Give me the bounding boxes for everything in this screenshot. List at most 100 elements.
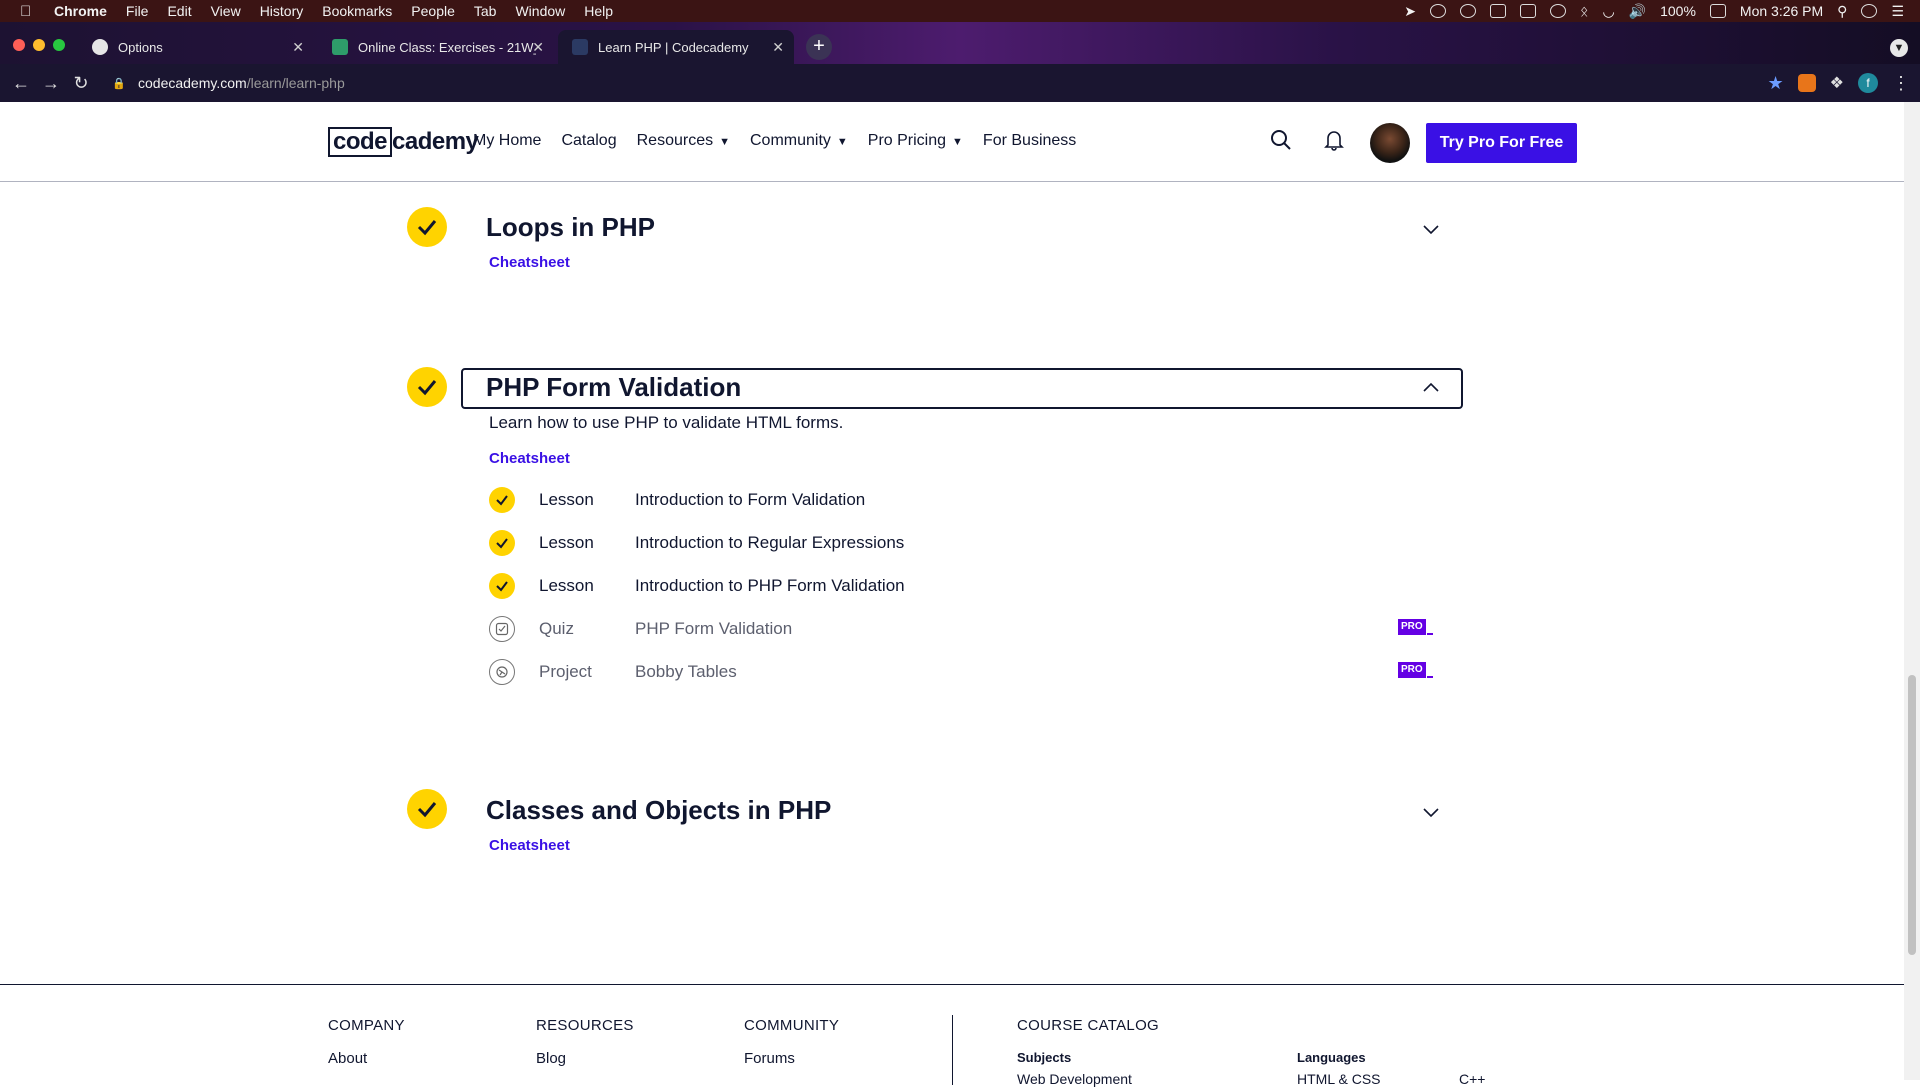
battery-app-icon[interactable] [1490,4,1507,18]
clock[interactable]: Mon 3:26 PM [1740,3,1823,19]
airplay-icon[interactable] [1520,4,1537,18]
tab-online-class[interactable]: Online Class: Exercises - 21W_ ✕ [318,30,554,64]
forward-icon[interactable]: → [36,73,66,94]
control-center-icon[interactable]: ☰ [1891,3,1904,20]
tab-title: Online Class: Exercises - 21W_ [358,39,536,55]
chevron-up-icon[interactable] [1421,378,1441,398]
main-nav: My Home Catalog Resources ▼ Community ▼ Pr… [473,132,1076,150]
toolbar-actions: ★ ❖ f ⋮ [1768,64,1910,102]
browser-toolbar: ← → ↻ 🔒 codecademy.com/learn/learn-php ★… [0,64,1920,102]
tab-search-icon[interactable]: ▼ [1890,39,1908,57]
item-type: Project [539,662,592,681]
back-icon[interactable]: ← [6,73,36,94]
list-item[interactable]: Project Bobby Tables [489,659,737,685]
nav-community[interactable]: Community ▼ [750,132,848,150]
creative-cloud-icon[interactable] [1430,4,1447,18]
item-type: Quiz [539,619,574,638]
logo-code: code [328,127,393,157]
location-icon: ➤ [1404,2,1417,19]
bookmark-star-icon[interactable]: ★ [1768,73,1784,94]
bluetooth-icon[interactable]: ᛟ [1580,3,1588,19]
module-title-classes[interactable]: Classes and Objects in PHP [486,795,831,826]
list-item[interactable]: Quiz PHP Form Validation [489,616,792,642]
footer-link-about[interactable]: About [328,1050,405,1067]
cheatsheet-link-classes[interactable]: Cheatsheet [489,837,570,854]
module-description: Learn how to use PHP to validate HTML fo… [489,413,844,432]
course-icon [332,39,348,55]
time-machine-icon[interactable] [1550,4,1567,18]
menu-bookmarks[interactable]: Bookmarks [322,3,392,19]
reload-icon[interactable]: ↻ [66,73,96,94]
chevron-down-icon[interactable] [1421,219,1441,239]
codecademy-logo[interactable]: code cademy [328,127,479,157]
lock-icon[interactable]: 🔒 [112,77,126,90]
list-item[interactable]: Lesson Introduction to Form Validation [489,487,865,513]
footer-link-html-css[interactable]: HTML & CSS [1297,1071,1381,1087]
nav-for-business[interactable]: For Business [983,132,1076,150]
menu-help[interactable]: Help [584,3,613,19]
notification-bell-icon[interactable] [1321,129,1347,155]
cheatsheet-link-form-validation[interactable]: Cheatsheet [489,450,570,467]
footer-link-cpp[interactable]: C++ [1459,1071,1485,1087]
try-pro-button[interactable]: Try Pro For Free [1426,123,1577,163]
zoom-window-icon[interactable] [53,39,65,51]
search-icon[interactable] [1268,129,1294,155]
cheatsheet-link-loops[interactable]: Cheatsheet [489,254,570,271]
nav-pro-pricing[interactable]: Pro Pricing ▼ [868,132,963,150]
tab-title: Options [118,39,163,55]
tab-title: Learn PHP | Codecademy [598,39,749,55]
menu-app-name[interactable]: Chrome [54,3,107,19]
nav-resources[interactable]: Resources ▼ [637,132,730,150]
scrollbar-thumb[interactable] [1908,675,1916,955]
menu-people[interactable]: People [411,3,455,19]
new-tab-button[interactable]: + [806,34,832,60]
site-header: code cademy My Home Catalog Resources ▼ Co… [0,102,1904,182]
user-avatar[interactable] [1370,123,1410,163]
apple-menu-icon[interactable]:  [20,3,36,20]
menu-edit[interactable]: Edit [167,3,191,19]
minimize-window-icon[interactable] [33,39,45,51]
complete-check-icon [489,530,515,556]
footer-subheading-languages: Languages [1297,1050,1366,1065]
caret-down-icon: ▼ [719,136,730,148]
more-menu-icon[interactable]: ⋮ [1892,73,1910,94]
menu-window[interactable]: Window [515,3,565,19]
wifi-icon[interactable]: ◡ [1602,3,1614,20]
item-name: Introduction to Regular Expressions [635,533,905,552]
address-bar[interactable]: 🔒 codecademy.com/learn/learn-php [112,70,1752,96]
close-tab-icon[interactable]: ✕ [532,39,544,56]
siri-icon[interactable] [1861,4,1878,18]
volume-icon[interactable]: 🔊 [1629,3,1646,20]
profile-avatar-icon[interactable]: f [1858,73,1878,93]
menu-history[interactable]: History [260,3,304,19]
browser-tab-strip: Options ✕ Online Class: Exercises - 21W_… [0,22,1920,64]
sync-icon[interactable] [1460,4,1477,18]
menu-tab[interactable]: Tab [474,3,497,19]
list-item[interactable]: Lesson Introduction to Regular Expressio… [489,530,904,556]
extension-icon[interactable] [1797,74,1816,92]
tab-learn-php[interactable]: Learn PHP | Codecademy ✕ [558,30,794,64]
footer-link-web-development[interactable]: Web Development [1017,1071,1132,1087]
url-host: codecademy.com [138,75,247,91]
list-item[interactable]: Lesson Introduction to PHP Form Validati… [489,573,905,599]
battery-icon[interactable] [1709,4,1726,18]
module-title-loops[interactable]: Loops in PHP [486,212,655,243]
item-name: Introduction to Form Validation [635,490,866,509]
menu-view[interactable]: View [211,3,241,19]
menu-file[interactable]: File [126,3,149,19]
site-footer: COMPANY About RESOURCES Blog COMMUNITY F… [0,984,1904,1087]
footer-link-blog[interactable]: Blog [536,1050,634,1067]
chevron-down-icon[interactable] [1421,802,1441,822]
footer-link-forums[interactable]: Forums [744,1050,839,1067]
close-window-icon[interactable] [13,39,25,51]
tab-options[interactable]: Options ✕ [78,30,314,64]
spotlight-icon[interactable]: ⚲ [1837,3,1847,20]
pro-badge: PRO [1398,619,1436,635]
battery-percent[interactable]: 100% [1660,3,1696,19]
extensions-puzzle-icon[interactable]: ❖ [1830,73,1844,93]
close-tab-icon[interactable]: ✕ [292,39,304,56]
module-title-form-validation[interactable]: PHP Form Validation [486,372,741,403]
nav-catalog[interactable]: Catalog [561,132,616,150]
close-tab-icon[interactable]: ✕ [772,39,784,56]
nav-my-home[interactable]: My Home [473,132,541,150]
